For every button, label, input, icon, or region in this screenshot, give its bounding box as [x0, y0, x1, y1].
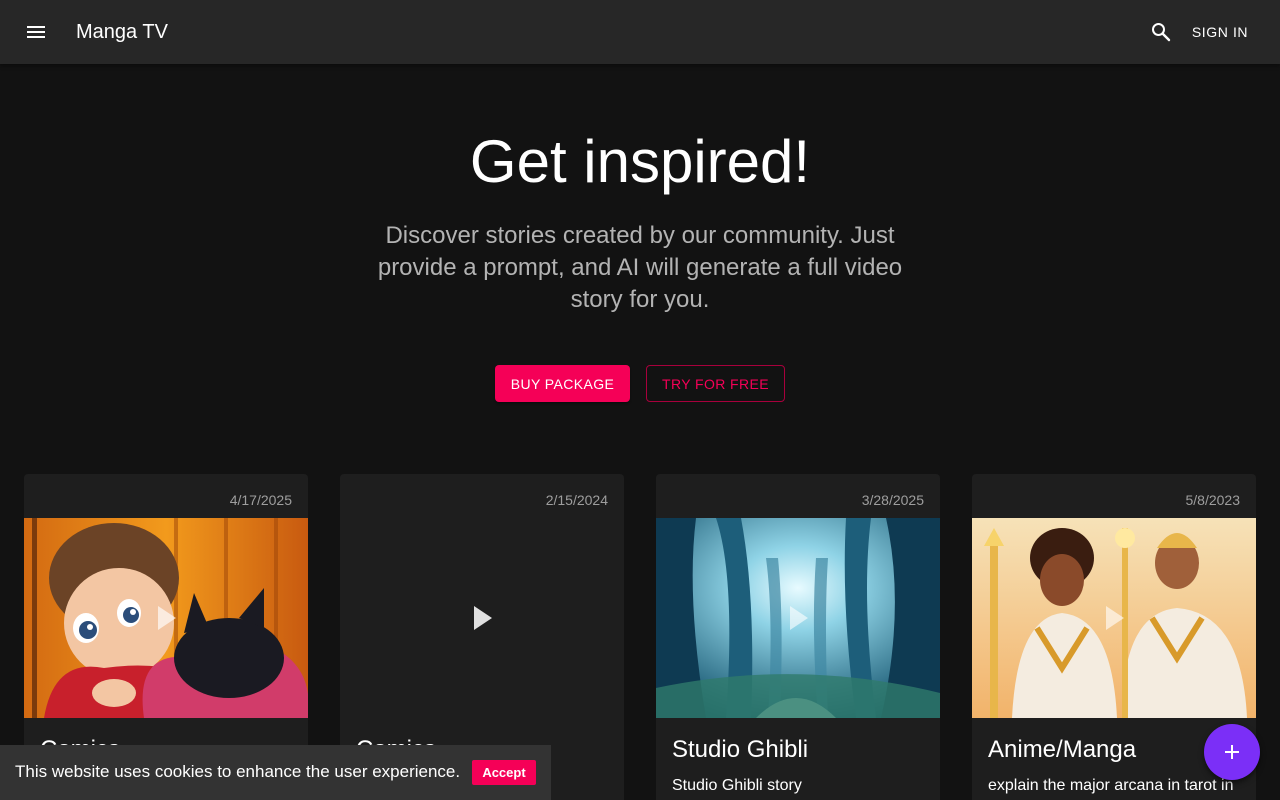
plus-icon [1225, 745, 1239, 759]
brand-title[interactable]: Manga TV [76, 20, 168, 44]
card-date: 2/15/2024 [545, 492, 608, 508]
hero-subtitle: Discover stories created by our communit… [377, 222, 903, 313]
hero-title: Get inspired! [469, 128, 811, 195]
sign-in-button[interactable]: SIGN IN [1181, 14, 1259, 50]
play-icon[interactable] [472, 604, 494, 632]
card-description: explain the major arcana in tarot in [988, 777, 1234, 794]
card-date: 5/8/2023 [1185, 492, 1241, 508]
cookie-accept-button[interactable]: Accept [472, 760, 536, 785]
card-thumbnail[interactable] [340, 518, 624, 718]
play-icon[interactable] [156, 604, 178, 632]
buy-package-button[interactable]: BUY PACKAGE [495, 365, 630, 402]
cookie-message: This website uses cookies to enhance the… [15, 762, 461, 781]
search-button[interactable] [1141, 12, 1181, 52]
story-card[interactable]: 3/28/2025 Studio Ghibli Studio Ghibli st… [656, 474, 940, 800]
search-icon [1152, 23, 1171, 42]
card-date: 3/28/2025 [861, 492, 924, 508]
menu-icon [27, 26, 45, 38]
play-icon[interactable] [1104, 604, 1126, 632]
card-thumbnail[interactable] [656, 518, 940, 718]
card-thumbnail[interactable] [24, 518, 308, 718]
cookie-banner: This website uses cookies to enhance the… [0, 745, 551, 800]
play-icon[interactable] [788, 604, 810, 632]
try-for-free-button[interactable]: TRY FOR FREE [646, 365, 785, 402]
menu-button[interactable] [16, 12, 56, 52]
card-date: 4/17/2025 [229, 492, 292, 508]
create-story-fab[interactable] [1204, 724, 1260, 780]
card-thumbnail[interactable] [972, 518, 1256, 718]
card-title: Anime/Manga [988, 736, 1137, 763]
card-title: Studio Ghibli [672, 736, 809, 763]
card-description: Studio Ghibli story [672, 777, 802, 794]
app-bar: Manga TV SIGN IN [0, 0, 1280, 64]
